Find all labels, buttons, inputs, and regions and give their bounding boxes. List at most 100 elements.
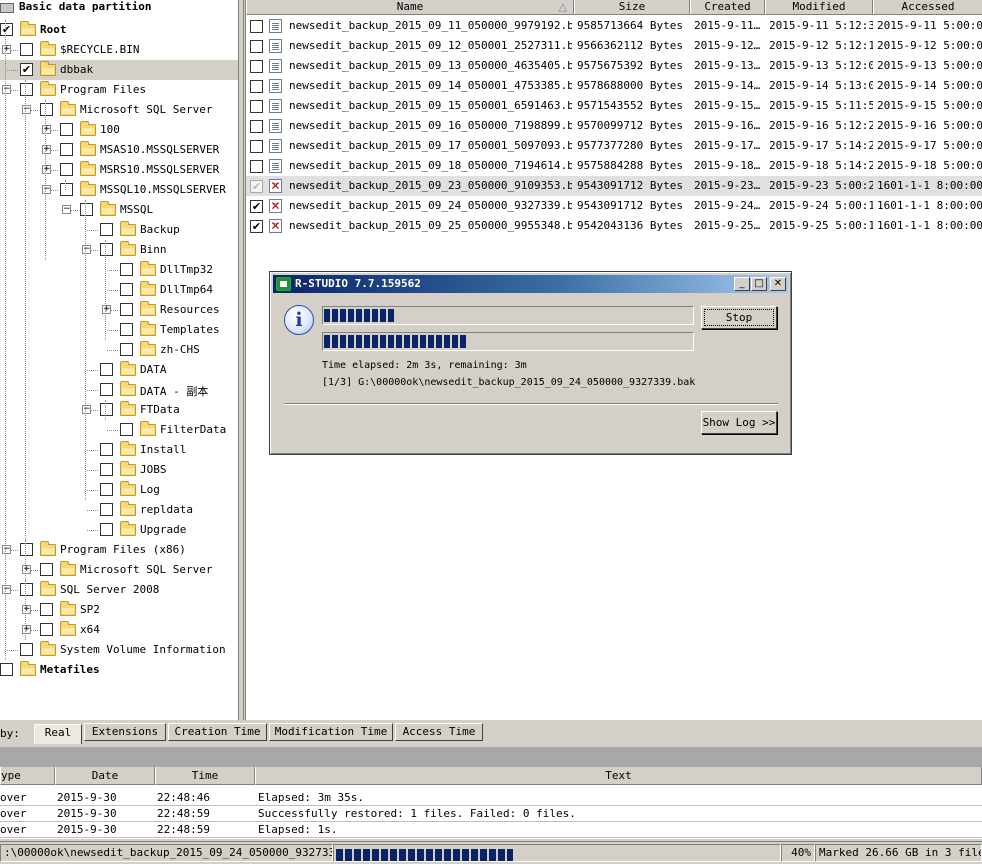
tree-node-mssql10-mssqlserver[interactable]: − MSSQL10.MSSQLSERVER — [0, 180, 238, 200]
tree-checkbox[interactable] — [100, 383, 113, 396]
tree-node-system-volume-information[interactable]: System Volume Information — [0, 640, 238, 660]
tree-node-repldata[interactable]: repldata — [0, 500, 238, 520]
expand-icon[interactable]: + — [22, 625, 31, 634]
tree-checkbox[interactable] — [100, 443, 113, 456]
tree-checkbox[interactable] — [100, 523, 113, 536]
tree-checkbox[interactable] — [40, 103, 53, 116]
file-row[interactable]: ✔ newsedit_backup_2015_09_23_050000_91093… — [246, 176, 982, 196]
file-checkbox[interactable] — [250, 100, 263, 113]
tree-checkbox[interactable] — [40, 563, 53, 576]
tree-checkbox[interactable]: ✔ — [20, 63, 33, 76]
tree-checkbox[interactable] — [120, 263, 133, 276]
file-checkbox[interactable] — [250, 140, 263, 153]
tree-node-microsoft-sql-server[interactable]: − Microsoft SQL Server — [0, 100, 238, 120]
tree-node-resources[interactable]: + Resources — [0, 300, 238, 320]
dialog-title-bar[interactable]: R-STUDIO 7.7.159562 _ □ ✕ — [273, 275, 788, 293]
tree-node-dlltmp64[interactable]: DllTmp64 — [0, 280, 238, 300]
tree-checkbox[interactable]: ✔ — [0, 23, 13, 36]
tree-node-filterdata[interactable]: FilterData — [0, 420, 238, 440]
tree-node-sql-server-2008[interactable]: − SQL Server 2008 — [0, 580, 238, 600]
tree-node-upgrade[interactable]: Upgrade — [0, 520, 238, 540]
collapse-icon[interactable]: − — [2, 85, 11, 94]
folder-tree[interactable]: Basic data partition ✔ Root + $RECYCLE.BIN ✔… — [0, 0, 239, 720]
tree-node-mssql[interactable]: − MSSQL — [0, 200, 238, 220]
tree-checkbox[interactable] — [20, 583, 33, 596]
tree-node-ftdata[interactable]: − FTData — [0, 400, 238, 420]
tree-node-x64[interactable]: + x64 — [0, 620, 238, 640]
log-column-time[interactable]: Time — [155, 767, 255, 785]
tree-node-dbbak[interactable]: ✔ dbbak — [0, 60, 238, 80]
tree-node-root[interactable]: ✔ Root — [0, 20, 238, 40]
stop-button[interactable]: Stop — [701, 306, 777, 329]
log-row[interactable]: over 2015-9-30 22:48:46 Elapsed: 3m 35s. — [0, 790, 982, 806]
collapse-icon[interactable]: − — [22, 105, 31, 114]
tree-node-jobs[interactable]: JOBS — [0, 460, 238, 480]
file-row[interactable]: ✔ newsedit_backup_2015_09_25_050000_99553… — [246, 216, 982, 236]
tab-extensions[interactable]: Extensions — [84, 723, 166, 741]
tree-node-100[interactable]: +100 — [0, 120, 238, 140]
tree-checkbox[interactable] — [20, 543, 33, 556]
tree-checkbox[interactable] — [80, 203, 93, 216]
file-checkbox[interactable] — [250, 80, 263, 93]
log-column-text[interactable]: Text — [255, 767, 982, 785]
tree-node-dlltmp32[interactable]: DllTmp32 — [0, 260, 238, 280]
log-column-type[interactable]: ype — [0, 767, 55, 785]
file-row[interactable]: newsedit_backup_2015_09_15_050001_659146… — [246, 96, 982, 116]
column-header-name[interactable]: Name △ — [246, 0, 574, 15]
file-checkbox[interactable] — [250, 120, 263, 133]
tree-checkbox[interactable] — [60, 123, 73, 136]
file-checkbox[interactable]: ✔ — [250, 220, 263, 233]
column-header-created[interactable]: Created — [690, 0, 765, 15]
collapse-icon[interactable]: − — [82, 245, 91, 254]
file-checkbox[interactable] — [250, 160, 263, 173]
tab-modification-time[interactable]: Modification Time — [269, 723, 393, 741]
tree-checkbox[interactable] — [20, 83, 33, 96]
tree-checkbox[interactable] — [100, 503, 113, 516]
expand-icon[interactable]: + — [42, 125, 51, 134]
minimize-button[interactable]: _ — [734, 277, 750, 291]
tab-access-time[interactable]: Access Time — [395, 723, 483, 741]
tree-checkbox[interactable] — [40, 623, 53, 636]
file-checkbox[interactable] — [250, 20, 263, 33]
file-row[interactable]: newsedit_backup_2015_09_12_050001_252731… — [246, 36, 982, 56]
file-row[interactable]: newsedit_backup_2015_09_13_050000_463540… — [246, 56, 982, 76]
expand-icon[interactable]: + — [22, 565, 31, 574]
collapse-icon[interactable]: − — [62, 205, 71, 214]
file-checkbox[interactable] — [250, 40, 263, 53]
tree-node-data[interactable]: DATA - 副本 — [0, 380, 238, 400]
tab-real[interactable]: Real — [34, 724, 82, 744]
maximize-button[interactable]: □ — [751, 277, 767, 291]
tree-checkbox[interactable] — [60, 163, 73, 176]
column-header-modified[interactable]: Modified — [765, 0, 873, 15]
tree-node-binn[interactable]: − Binn — [0, 240, 238, 260]
tree-checkbox[interactable] — [120, 423, 133, 436]
tree-checkbox[interactable] — [100, 243, 113, 256]
tree-node-backup[interactable]: Backup — [0, 220, 238, 240]
tree-checkbox[interactable] — [120, 303, 133, 316]
log-panel[interactable]: ype Date Time Text over 2015-9-30 22:48:46… — [0, 767, 982, 839]
tree-checkbox[interactable] — [120, 323, 133, 336]
tree-scrollbar[interactable] — [239, 0, 244, 720]
tree-checkbox[interactable] — [100, 483, 113, 496]
expand-icon[interactable]: + — [2, 45, 11, 54]
tree-checkbox[interactable] — [20, 43, 33, 56]
file-row[interactable]: newsedit_backup_2015_09_18_050000_719461… — [246, 156, 982, 176]
tree-node-msrs10-mssqlserver[interactable]: + MSRS10.MSSQLSERVER — [0, 160, 238, 180]
tree-checkbox[interactable] — [60, 143, 73, 156]
tree-node-install[interactable]: Install — [0, 440, 238, 460]
tree-checkbox[interactable] — [120, 283, 133, 296]
tree-checkbox[interactable] — [40, 603, 53, 616]
file-row[interactable]: newsedit_backup_2015_09_14_050001_475338… — [246, 76, 982, 96]
tree-checkbox[interactable] — [120, 343, 133, 356]
tree-checkbox[interactable] — [0, 663, 13, 676]
expand-icon[interactable]: + — [102, 305, 111, 314]
tree-node-data[interactable]: DATA — [0, 360, 238, 380]
tree-node-templates[interactable]: Templates — [0, 320, 238, 340]
tree-node-log[interactable]: Log — [0, 480, 238, 500]
expand-icon[interactable]: + — [42, 145, 51, 154]
tree-node-recycle-bin[interactable]: + $RECYCLE.BIN — [0, 40, 238, 60]
tree-node-program-files[interactable]: − Program Files — [0, 80, 238, 100]
column-header-size[interactable]: Size — [574, 0, 690, 15]
tree-checkbox[interactable] — [100, 403, 113, 416]
tree-node-zh-chs[interactable]: zh-CHS — [0, 340, 238, 360]
